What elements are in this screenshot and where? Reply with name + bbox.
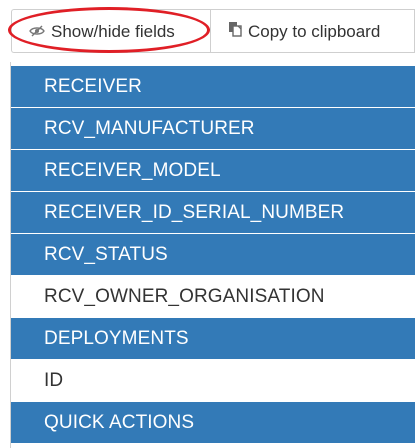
copy-to-clipboard-button[interactable]: Copy to clipboard bbox=[210, 9, 415, 53]
column-toggle-label: ID bbox=[44, 369, 64, 391]
column-toggle-label: RECEIVER_ID_SERIAL_NUMBER bbox=[44, 201, 345, 223]
column-toggle-label: RECEIVER bbox=[44, 75, 142, 97]
column-toggle-deployments[interactable]: DEPLOYMENTS bbox=[11, 318, 415, 359]
column-toggle-label: QUICK ACTIONS bbox=[44, 411, 195, 433]
column-toggle-label: RCV_MANUFACTURER bbox=[44, 117, 255, 139]
eye-slash-icon bbox=[29, 25, 45, 37]
column-toggle-label: RCV_STATUS bbox=[44, 243, 168, 265]
column-toggle-receiver-model[interactable]: RECEIVER_MODEL bbox=[11, 150, 415, 191]
column-toggle-quick-actions[interactable]: QUICK ACTIONS bbox=[11, 402, 415, 443]
show-hide-fields-label: Show/hide fields bbox=[51, 21, 175, 41]
column-toggle-label: RCV_OWNER_ORGANISATION bbox=[44, 285, 325, 307]
column-toggle-rcv-status[interactable]: RCV_STATUS bbox=[11, 234, 415, 275]
column-toggle-label: RECEIVER_MODEL bbox=[44, 159, 221, 181]
column-toggle-rcv-manufacturer[interactable]: RCV_MANUFACTURER bbox=[11, 108, 415, 149]
copy-to-clipboard-label: Copy to clipboard bbox=[248, 21, 381, 41]
column-toggle-label: DEPLOYMENTS bbox=[44, 327, 189, 349]
table-toolbar: Show/hide fields Copy to clipboard bbox=[0, 0, 415, 62]
clipboard-icon bbox=[228, 21, 242, 42]
column-toggle-rcv-owner-organisation[interactable]: RCV_OWNER_ORGANISATION bbox=[11, 276, 415, 317]
column-toggle-id[interactable]: ID bbox=[11, 360, 415, 401]
show-hide-fields-button[interactable]: Show/hide fields bbox=[11, 9, 210, 53]
column-toggle-receiver[interactable]: RECEIVER bbox=[11, 66, 415, 107]
column-toggle-receiver-id-serial-number[interactable]: RECEIVER_ID_SERIAL_NUMBER bbox=[11, 192, 415, 233]
column-visibility-menu: RECEIVER RCV_MANUFACTURER RECEIVER_MODEL… bbox=[10, 62, 415, 448]
